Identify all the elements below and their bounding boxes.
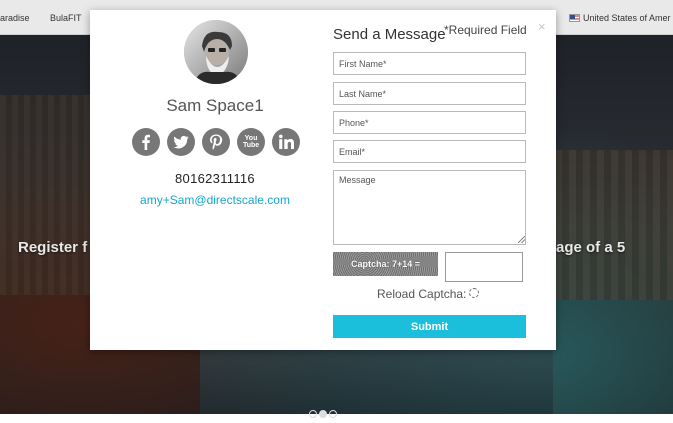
carousel-dot[interactable] xyxy=(329,410,337,418)
banner-text-right: age of a 5 xyxy=(556,239,626,256)
required-field-note: *Required Field xyxy=(444,23,527,37)
reload-icon[interactable] xyxy=(469,288,479,298)
nav-item-paradise[interactable]: aradise xyxy=(0,13,30,23)
twitter-icon[interactable] xyxy=(167,128,195,156)
first-name-input[interactable] xyxy=(333,52,526,75)
carousel-indicators xyxy=(309,405,339,423)
pinterest-icon[interactable] xyxy=(202,128,230,156)
profile-email-link[interactable]: amy+Sam@directscale.com xyxy=(90,193,340,207)
avatar xyxy=(184,20,248,84)
submit-button[interactable]: Submit xyxy=(333,315,526,338)
textarea-resize-handle[interactable] xyxy=(518,236,525,243)
profile-phone: 80162311116 xyxy=(175,171,255,186)
youtube-label: You Tube xyxy=(243,135,260,149)
us-flag-icon xyxy=(569,14,580,22)
close-button[interactable]: × xyxy=(538,19,546,34)
email-input[interactable] xyxy=(333,140,526,163)
linkedin-icon[interactable] xyxy=(272,128,300,156)
profile-photo xyxy=(184,20,248,84)
message-textarea[interactable] xyxy=(333,170,526,245)
banner-text-left: Register f xyxy=(18,239,88,256)
contact-modal: × Sam Space1 You Tube 80162311116 amy+Sa… xyxy=(90,10,556,350)
captcha-answer-input[interactable] xyxy=(445,252,523,282)
form-title: Send a Message xyxy=(333,26,446,43)
captcha-image: Captcha: 7+14 = xyxy=(333,252,438,276)
reload-captcha-label[interactable]: Reload Captcha: xyxy=(377,287,466,301)
youtube-icon[interactable]: You Tube xyxy=(237,128,265,156)
nav-item-bulafit[interactable]: BulaFIT xyxy=(50,13,82,23)
facebook-icon[interactable] xyxy=(132,128,160,156)
country-selector[interactable]: United States of Amer xyxy=(583,13,671,23)
phone-input[interactable] xyxy=(333,111,526,134)
carousel-dot[interactable] xyxy=(309,410,317,418)
carousel-dot-active[interactable] xyxy=(319,410,327,418)
last-name-input[interactable] xyxy=(333,82,526,105)
profile-name: Sam Space1 xyxy=(166,96,264,115)
